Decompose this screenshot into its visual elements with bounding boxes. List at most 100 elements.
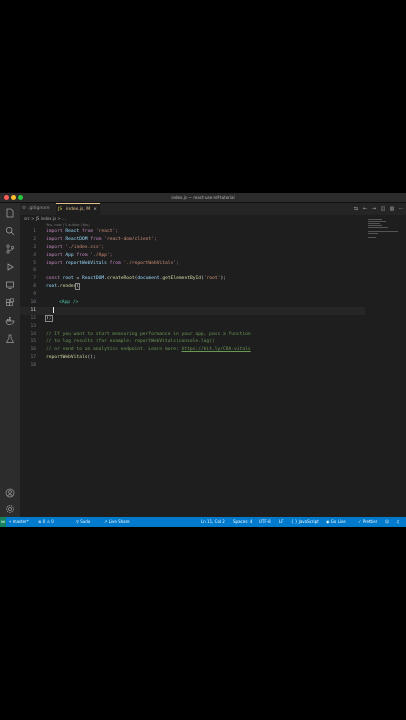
line-number: 1	[33, 229, 36, 234]
settings-gear-icon[interactable]	[4, 503, 16, 515]
token: import	[46, 236, 63, 242]
remote-indicator-icon[interactable]: ⋈	[0, 517, 6, 527]
token: );	[220, 276, 226, 282]
gear-icon: ⚙	[22, 206, 27, 211]
title-bar: index.js — react-use-ref-tutorial	[0, 193, 406, 203]
minimap-line	[368, 233, 378, 234]
problems-status[interactable]: ⊗ 0 ⚠ 0	[38, 517, 54, 527]
code-line: 1 import React from 'react';	[20, 228, 365, 236]
text-cursor	[53, 306, 54, 313]
close-tab-icon[interactable]: ×	[93, 204, 97, 216]
split-editor-icon[interactable]: ▥	[389, 206, 395, 212]
cursor-position[interactable]: Ln 11, Col 2	[201, 517, 225, 527]
editor-actions: ⇆ ← → ◫ ▥ ⋯	[353, 206, 404, 212]
token: (	[75, 283, 81, 291]
token: 'react';	[95, 229, 119, 234]
token: document	[137, 276, 160, 282]
extensions-icon[interactable]	[4, 297, 16, 309]
vitals-link[interactable]: https://bit.ly/CRA-vitals	[182, 347, 251, 352]
eol-status[interactable]: LF	[279, 517, 284, 527]
token: // to log results (for example: reportWe…	[46, 339, 215, 345]
token: import	[46, 229, 63, 234]
editor-tabs: ⚙ .gitignore JS index.js, M × ⇆ ← → ◫ ▥ …	[20, 203, 406, 215]
explorer-icon[interactable]	[4, 207, 16, 219]
branch-label: master*	[12, 519, 29, 524]
source-control-icon[interactable]	[4, 243, 16, 255]
tab-gitignore[interactable]: ⚙ .gitignore	[20, 203, 52, 215]
token: =	[73, 276, 83, 282]
go-forward-icon[interactable]: →	[371, 206, 377, 212]
token: App	[65, 252, 74, 258]
token: root	[46, 284, 58, 290]
notifications-bell-icon[interactable]: ♫	[396, 517, 400, 527]
compare-icon[interactable]: ⇆	[353, 206, 359, 212]
line-number: 11	[30, 307, 36, 313]
line-number: 18	[30, 363, 36, 369]
token: from	[90, 236, 102, 242]
open-changes-icon[interactable]: ◫	[380, 206, 386, 212]
language-mode[interactable]: { } JavaScript	[291, 517, 319, 527]
code-editor[interactable]: 1 import React from 'react'; 2 import Reac…	[20, 228, 365, 370]
token: 'react-dom/client';	[104, 236, 157, 242]
token: 'root'	[203, 276, 221, 282]
token: import	[46, 244, 63, 250]
activity-bar	[0, 203, 20, 517]
token: './index.css';	[65, 244, 105, 250]
prettier-status[interactable]: ✓ Prettier	[358, 517, 377, 527]
code-line: 5 import reportWebVitals from './reportWe…	[20, 260, 365, 268]
code-line: 14 // If you want to start measuring perf…	[20, 331, 365, 339]
code-line: 18	[20, 362, 365, 370]
indentation-status[interactable]: Spaces: 4	[233, 517, 252, 527]
token: <App />	[59, 300, 79, 306]
sudo-label: Sudo	[80, 519, 91, 524]
minimap[interactable]	[366, 215, 406, 517]
line-number: 6	[33, 268, 36, 274]
remote-explorer-icon[interactable]	[4, 279, 16, 291]
token: './App';	[90, 252, 113, 258]
token: React	[65, 229, 80, 234]
code-line: 15 // to log results (for example: report…	[20, 338, 365, 346]
run-debug-icon[interactable]	[4, 261, 16, 273]
code-line: 12);	[20, 314, 365, 323]
encoding-status[interactable]: UTF-8	[259, 517, 271, 527]
testing-icon[interactable]	[4, 333, 16, 345]
token: // or send to an analytics endpoint. Lea…	[46, 347, 182, 353]
tab-label: index.js, M	[66, 207, 91, 212]
line-number: 15	[30, 339, 36, 345]
line-number: 7	[33, 276, 36, 282]
feedback-icon[interactable]: ☺	[385, 517, 389, 527]
minimap-line	[368, 221, 386, 222]
line-number: 17	[30, 355, 36, 361]
token: const	[46, 276, 60, 282]
go-back-icon[interactable]: ←	[362, 206, 368, 212]
token: render	[59, 284, 77, 290]
token: root	[62, 276, 74, 282]
line-number: 14	[30, 331, 36, 337]
more-actions-icon[interactable]: ⋯	[398, 206, 404, 212]
breadcrumb[interactable]: src > JS index.js > ...	[24, 216, 66, 222]
go-live-button[interactable]: ◉ Go Live	[326, 517, 346, 527]
go-live-label: Go Live	[330, 519, 346, 524]
token: reportWebVitals	[65, 260, 107, 266]
token: from	[109, 260, 121, 266]
tab-index-js[interactable]: JS index.js, M ×	[56, 203, 100, 215]
line-number: 2	[33, 236, 36, 242]
line-number: 13	[30, 323, 36, 329]
token: reportWebVitals	[46, 355, 88, 361]
account-icon[interactable]	[4, 487, 16, 499]
minimap-line	[368, 237, 376, 238]
line-number: 4	[33, 252, 36, 258]
search-icon[interactable]	[4, 225, 16, 237]
live-share-button[interactable]: ↗ Live Share	[104, 517, 130, 527]
sudo-status[interactable]: ⚲ Sudo	[76, 517, 90, 527]
line-number: 16	[30, 347, 36, 353]
token: getElementById	[162, 276, 202, 282]
code-line: 9	[20, 291, 365, 299]
docker-icon[interactable]	[4, 315, 16, 327]
window-title: index.js — react-use-ref-tutorial	[171, 195, 235, 200]
minimap-line	[368, 223, 380, 224]
token: import	[46, 252, 63, 258]
minimap-line	[368, 219, 382, 220]
branch-status[interactable]: ⑂ master*	[9, 517, 29, 527]
code-line: 4 import App from './App';	[20, 252, 365, 260]
